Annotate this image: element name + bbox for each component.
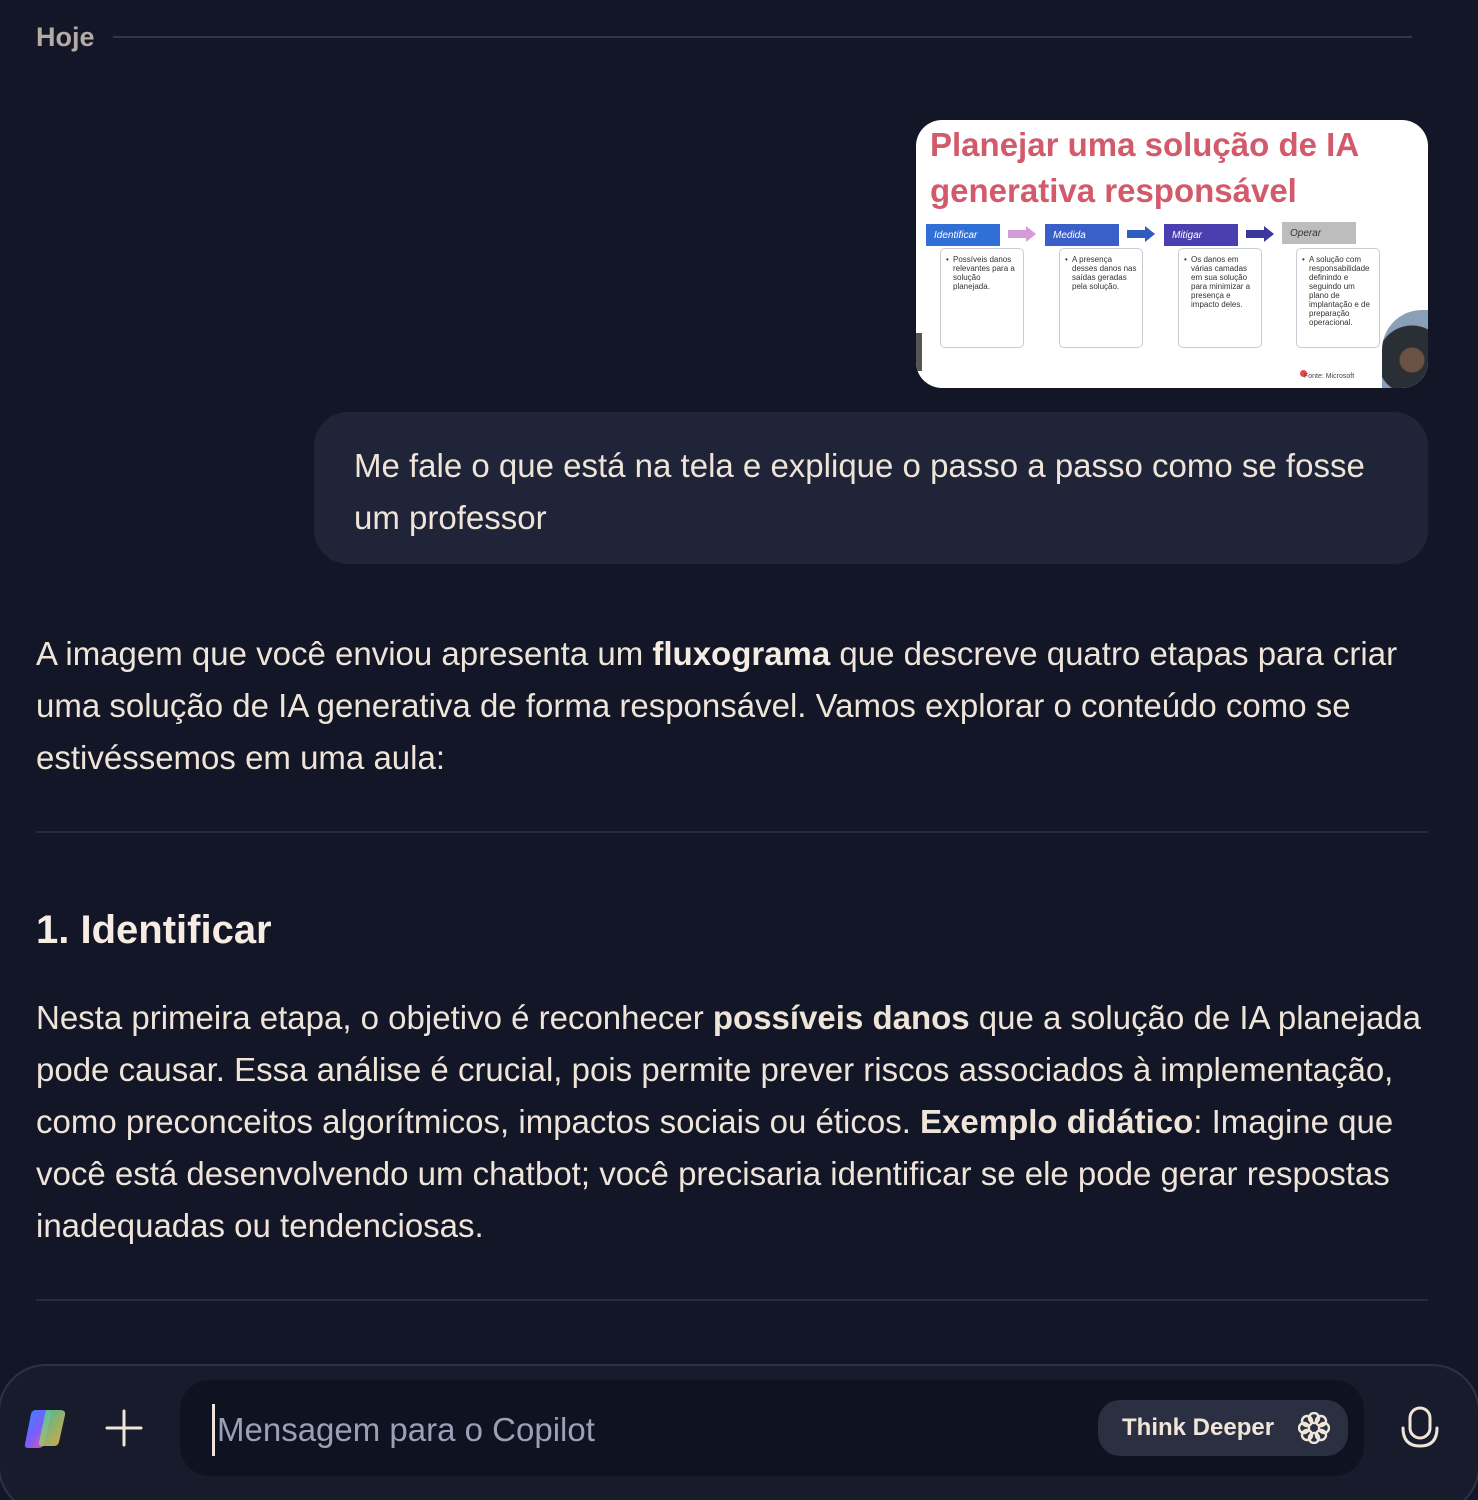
think-deeper-icon — [1298, 1412, 1330, 1444]
assistant-intro: A imagem que você enviou apresenta um fl… — [36, 628, 1436, 784]
uploaded-image[interactable]: Planejar uma solução de IA generativa re… — [916, 120, 1428, 388]
message-input[interactable] — [212, 1404, 1079, 1456]
date-label: Hoje — [36, 21, 95, 52]
body-text: Nesta primeira etapa, o objetivo é recon… — [36, 999, 713, 1036]
add-attachment-button[interactable] — [100, 1404, 148, 1452]
microphone-icon[interactable] — [1398, 1404, 1442, 1452]
step-medida-text: A presença desses danos nas saídas gerad… — [1059, 248, 1143, 348]
slide-title: Planejar uma solução de IA generativa re… — [930, 126, 1358, 209]
divider-line — [112, 36, 1412, 38]
step-medida-header: Medida — [1045, 224, 1119, 246]
step-mitigar-text: Os danos em várias camadas em sua soluçã… — [1178, 248, 1262, 348]
section-divider — [36, 831, 1428, 833]
plus-icon — [105, 1409, 143, 1447]
date-divider: Hoje — [36, 18, 1412, 56]
webcam-thumbnail — [1382, 310, 1428, 388]
body-bold: possíveis danos — [712, 999, 970, 1036]
think-deeper-button[interactable]: Think Deeper — [1098, 1400, 1348, 1456]
chat-page: Hoje Planejar uma solução de IA generati… — [0, 0, 1478, 1500]
step-mitigar-header: Mitigar — [1164, 224, 1238, 246]
arrow-right-icon — [1127, 226, 1155, 242]
slide-edge-mark — [916, 333, 922, 371]
body-bold: Exemplo didático — [920, 1103, 1194, 1140]
user-message: Me fale o que está na tela e explique o … — [314, 412, 1428, 564]
intro-bold: fluxograma — [652, 635, 831, 672]
step-operar-text: A solução com responsabilidade definindo… — [1296, 248, 1380, 348]
step-identificar-text: Possíveis danos relevantes para a soluçã… — [940, 248, 1024, 348]
intro-text: A imagem que você enviou apresenta um — [36, 635, 653, 672]
slide-source: Fonte: Microsoft — [1304, 373, 1355, 380]
step-identificar-header: Identificar — [926, 224, 1000, 246]
section-body: Nesta primeira etapa, o objetivo é recon… — [36, 992, 1436, 1252]
section-heading: 1. Identificar — [36, 908, 272, 952]
arrow-right-icon — [1008, 226, 1036, 242]
copilot-logo[interactable] — [22, 1406, 68, 1450]
section-divider — [36, 1299, 1428, 1301]
arrow-right-icon — [1246, 226, 1274, 242]
step-operar-header: Operar — [1282, 222, 1356, 244]
think-deeper-label: Think Deeper — [1122, 1414, 1275, 1441]
